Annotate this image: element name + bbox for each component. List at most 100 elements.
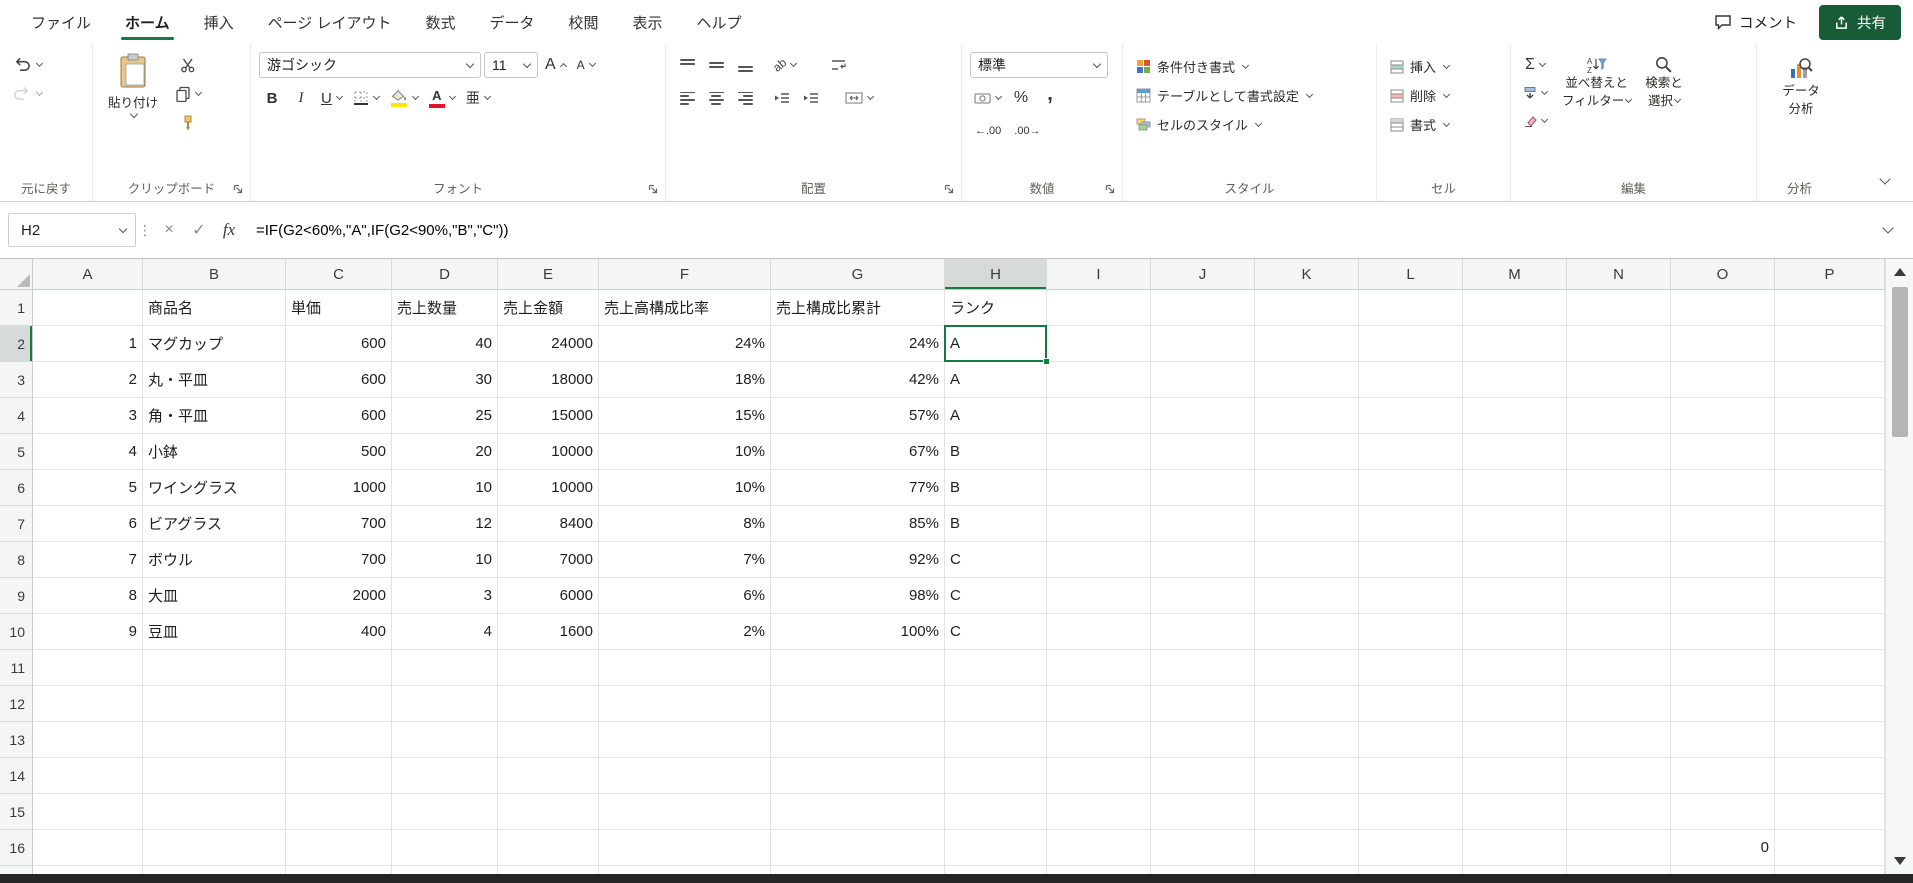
cell-C11[interactable] (286, 650, 392, 686)
cell-D5[interactable]: 20 (392, 434, 498, 470)
cell-P12[interactable] (1775, 686, 1885, 722)
cell-J2[interactable] (1151, 326, 1255, 362)
cell-J1[interactable] (1151, 290, 1255, 326)
delete-cells-button[interactable]: 削除 (1385, 81, 1505, 110)
cell-H5[interactable]: B (945, 434, 1047, 470)
cell-H8[interactable]: C (945, 542, 1047, 578)
cell-D10[interactable]: 4 (392, 614, 498, 650)
row-header-11[interactable]: 11 (0, 650, 33, 686)
cell-H13[interactable] (945, 722, 1047, 758)
tab-home[interactable]: ホーム (108, 0, 187, 44)
cell-K6[interactable] (1255, 470, 1359, 506)
cell-B7[interactable]: ビアグラス (143, 506, 286, 542)
cell-D15[interactable] (392, 794, 498, 830)
cell-C10[interactable]: 400 (286, 614, 392, 650)
cell-P1[interactable] (1775, 290, 1885, 326)
cell-C8[interactable]: 700 (286, 542, 392, 578)
underline-button[interactable]: U (317, 85, 346, 111)
cell-A1[interactable] (33, 290, 143, 326)
cell-C14[interactable] (286, 758, 392, 794)
increase-decimal-button[interactable]: ←.00 (970, 118, 1006, 144)
cell-B1[interactable]: 商品名 (143, 290, 286, 326)
cell-A4[interactable]: 3 (33, 398, 143, 434)
cell-A7[interactable]: 6 (33, 506, 143, 542)
cell-J9[interactable] (1151, 578, 1255, 614)
cell-E2[interactable]: 24000 (498, 326, 599, 362)
cell-I7[interactable] (1047, 506, 1151, 542)
cell-F2[interactable]: 24% (599, 326, 771, 362)
row-header-5[interactable]: 5 (0, 434, 33, 470)
scroll-down-button[interactable] (1886, 848, 1913, 874)
cell-B3[interactable]: 丸・平皿 (143, 362, 286, 398)
cell-I2[interactable] (1047, 326, 1151, 362)
cell-D6[interactable]: 10 (392, 470, 498, 506)
cell-M3[interactable] (1463, 362, 1567, 398)
cell-A11[interactable] (33, 650, 143, 686)
cell-G7[interactable]: 85% (771, 506, 945, 542)
cell-M7[interactable] (1463, 506, 1567, 542)
cell-O7[interactable] (1671, 506, 1775, 542)
cell-K1[interactable] (1255, 290, 1359, 326)
cell-C1[interactable]: 単価 (286, 290, 392, 326)
cell-N9[interactable] (1567, 578, 1671, 614)
cell-O4[interactable] (1671, 398, 1775, 434)
cell-G14[interactable] (771, 758, 945, 794)
column-header-G[interactable]: G (771, 259, 945, 290)
cell-I14[interactable] (1047, 758, 1151, 794)
formula-input[interactable]: =IF(G2<60%,"A",IF(G2<90%,"B","C")) (244, 213, 1871, 247)
cell-D8[interactable]: 10 (392, 542, 498, 578)
cell-B5[interactable]: 小鉢 (143, 434, 286, 470)
cell-D16[interactable] (392, 830, 498, 866)
cell-E6[interactable]: 10000 (498, 470, 599, 506)
cell-M15[interactable] (1463, 794, 1567, 830)
column-header-H[interactable]: H (945, 259, 1047, 290)
cell-G11[interactable] (771, 650, 945, 686)
align-top-button[interactable] (674, 52, 700, 78)
cell-G13[interactable] (771, 722, 945, 758)
cell-styles-button[interactable]: セルのスタイル (1131, 110, 1371, 139)
cell-I6[interactable] (1047, 470, 1151, 506)
cell-P10[interactable] (1775, 614, 1885, 650)
insert-function-button[interactable]: fx (214, 215, 244, 245)
cell-O6[interactable] (1671, 470, 1775, 506)
cell-N15[interactable] (1567, 794, 1671, 830)
column-header-E[interactable]: E (498, 259, 599, 290)
cell-C9[interactable]: 2000 (286, 578, 392, 614)
cell-B4[interactable]: 角・平皿 (143, 398, 286, 434)
row-header-4[interactable]: 4 (0, 398, 33, 434)
cell-H1[interactable]: ランク (945, 290, 1047, 326)
cell-H15[interactable] (945, 794, 1047, 830)
cell-O1[interactable] (1671, 290, 1775, 326)
cell-I11[interactable] (1047, 650, 1151, 686)
cell-K4[interactable] (1255, 398, 1359, 434)
cell-C6[interactable]: 1000 (286, 470, 392, 506)
align-center-button[interactable] (703, 85, 729, 111)
cancel-button[interactable]: × (154, 215, 184, 245)
cell-B17[interactable] (143, 866, 286, 874)
cell-D9[interactable]: 3 (392, 578, 498, 614)
decrease-indent-button[interactable] (769, 85, 795, 111)
cell-H14[interactable] (945, 758, 1047, 794)
cell-G17[interactable] (771, 866, 945, 874)
font-name-select[interactable]: 游ゴシック (259, 52, 481, 78)
cell-P11[interactable] (1775, 650, 1885, 686)
cell-G4[interactable]: 57% (771, 398, 945, 434)
cell-A9[interactable]: 8 (33, 578, 143, 614)
cell-H6[interactable]: B (945, 470, 1047, 506)
cell-B11[interactable] (143, 650, 286, 686)
cell-B9[interactable]: 大皿 (143, 578, 286, 614)
cell-K14[interactable] (1255, 758, 1359, 794)
cell-K11[interactable] (1255, 650, 1359, 686)
cell-J17[interactable] (1151, 866, 1255, 874)
merge-center-button[interactable] (841, 85, 877, 111)
cell-O15[interactable] (1671, 794, 1775, 830)
cell-E5[interactable]: 10000 (498, 434, 599, 470)
cell-J13[interactable] (1151, 722, 1255, 758)
cell-F9[interactable]: 6% (599, 578, 771, 614)
cell-E11[interactable] (498, 650, 599, 686)
undo-button[interactable] (8, 52, 46, 78)
cell-E14[interactable] (498, 758, 599, 794)
row-header-8[interactable]: 8 (0, 542, 33, 578)
name-box[interactable]: H2 (8, 213, 136, 247)
cell-G1[interactable]: 売上構成比累計 (771, 290, 945, 326)
